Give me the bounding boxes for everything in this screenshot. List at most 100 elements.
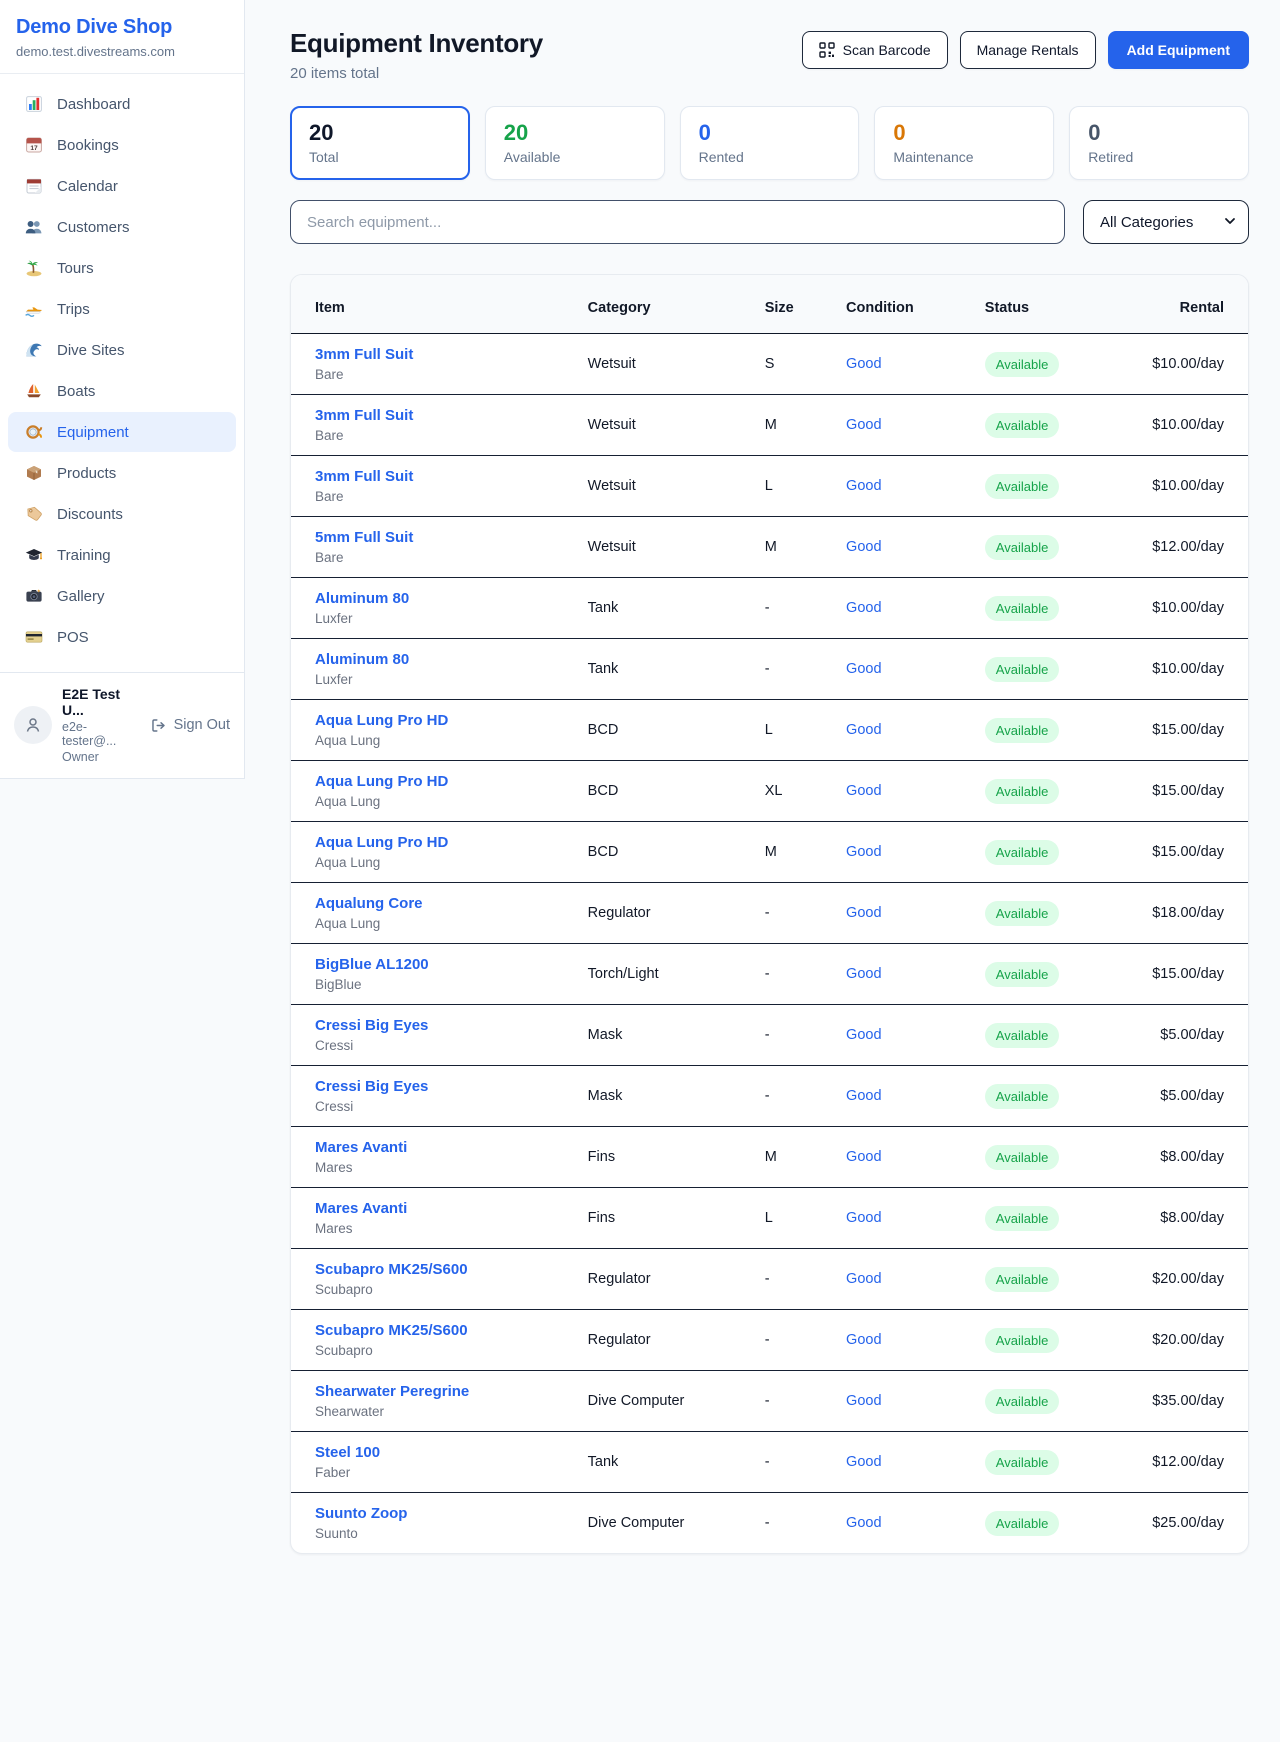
sidebar-item-equipment[interactable]: Equipment	[8, 412, 236, 452]
condition-link[interactable]: Good	[846, 905, 881, 921]
category-select[interactable]: All Categories	[1083, 200, 1249, 244]
condition-link[interactable]: Good	[846, 1027, 881, 1043]
sidebar-item-customers[interactable]: Customers	[8, 207, 236, 247]
condition-link[interactable]: Good	[846, 1393, 881, 1409]
stat-value: 0	[699, 120, 841, 146]
condition-link[interactable]: Good	[846, 966, 881, 982]
item-name-link[interactable]: 3mm Full Suit	[315, 346, 588, 363]
sidebar-item-discounts[interactable]: Discounts	[8, 494, 236, 534]
item-category: Tank	[588, 639, 765, 700]
table-row: Aqualung Core Aqua Lung Regulator - Good…	[291, 883, 1248, 944]
condition-link[interactable]: Good	[846, 478, 881, 494]
item-category: Torch/Light	[588, 944, 765, 1005]
equipment-table: Item Category Size Condition Status Rent…	[291, 275, 1248, 1553]
status-badge: Available	[985, 962, 1060, 987]
sidebar-item-pos[interactable]: POS	[8, 617, 236, 657]
condition-link[interactable]: Good	[846, 1332, 881, 1348]
item-name-link[interactable]: Mares Avanti	[315, 1139, 588, 1156]
sidebar-item-bookings[interactable]: 17 Bookings	[8, 125, 236, 165]
calendar-date-icon: 17	[24, 135, 44, 155]
item-category: Wetsuit	[588, 517, 765, 578]
item-name-link[interactable]: Aqualung Core	[315, 895, 588, 912]
sidebar-item-boats[interactable]: Boats	[8, 371, 236, 411]
item-brand: Aqua Lung	[315, 916, 588, 931]
condition-link[interactable]: Good	[846, 661, 881, 677]
condition-link[interactable]: Good	[846, 1454, 881, 1470]
item-name-link[interactable]: 5mm Full Suit	[315, 529, 588, 546]
item-name-link[interactable]: 3mm Full Suit	[315, 407, 588, 424]
package-icon	[24, 463, 44, 483]
item-name-link[interactable]: Shearwater Peregrine	[315, 1383, 588, 1400]
item-name-link[interactable]: Mares Avanti	[315, 1200, 588, 1217]
sidebar-item-calendar[interactable]: Calendar	[8, 166, 236, 206]
item-name-link[interactable]: Scubapro MK25/S600	[315, 1322, 588, 1339]
item-category: Tank	[588, 578, 765, 639]
scan-barcode-button[interactable]: Scan Barcode	[802, 31, 948, 69]
sidebar-item-products[interactable]: Products	[8, 453, 236, 493]
manage-rentals-button[interactable]: Manage Rentals	[960, 31, 1096, 69]
manage-rentals-label: Manage Rentals	[977, 42, 1079, 58]
sidebar-item-tours[interactable]: Tours	[8, 248, 236, 288]
item-brand: BigBlue	[315, 977, 588, 992]
filter-row: All Categories	[290, 200, 1249, 244]
stat-card-maintenance[interactable]: 0 Maintenance	[874, 106, 1054, 180]
item-category: Wetsuit	[588, 456, 765, 517]
table-row: Aqua Lung Pro HD Aqua Lung BCD M Good Av…	[291, 822, 1248, 883]
stat-card-total[interactable]: 20 Total	[290, 106, 470, 180]
item-name-link[interactable]: Aqua Lung Pro HD	[315, 773, 588, 790]
rental-rate: $8.00/day	[1133, 1188, 1248, 1249]
status-badge: Available	[985, 1145, 1060, 1170]
item-name-link[interactable]: Aluminum 80	[315, 590, 588, 607]
item-category: Dive Computer	[588, 1493, 765, 1554]
stat-card-available[interactable]: 20 Available	[485, 106, 665, 180]
item-size: M	[765, 1127, 846, 1188]
rental-rate: $18.00/day	[1133, 883, 1248, 944]
equipment-table-body: 3mm Full Suit Bare Wetsuit S Good Availa…	[291, 334, 1248, 1554]
table-row: Scubapro MK25/S600 Scubapro Regulator - …	[291, 1249, 1248, 1310]
sidebar-item-label: Dashboard	[57, 96, 130, 113]
condition-link[interactable]: Good	[846, 417, 881, 433]
sidebar-item-dive-sites[interactable]: Dive Sites	[8, 330, 236, 370]
stat-label: Maintenance	[893, 149, 1035, 165]
stat-label: Total	[309, 149, 451, 165]
item-name-link[interactable]: BigBlue AL1200	[315, 956, 588, 973]
item-name-link[interactable]: Aluminum 80	[315, 651, 588, 668]
condition-link[interactable]: Good	[846, 844, 881, 860]
credit-card-icon	[24, 627, 44, 647]
sidebar-item-label: Boats	[57, 383, 95, 400]
condition-link[interactable]: Good	[846, 1088, 881, 1104]
condition-link[interactable]: Good	[846, 356, 881, 372]
item-category: Regulator	[588, 883, 765, 944]
condition-link[interactable]: Good	[846, 539, 881, 555]
add-equipment-button[interactable]: Add Equipment	[1108, 31, 1249, 69]
status-badge: Available	[985, 1511, 1060, 1536]
sign-out-button[interactable]: Sign Out	[150, 717, 230, 734]
item-name-link[interactable]: Scubapro MK25/S600	[315, 1261, 588, 1278]
sidebar-item-dashboard[interactable]: Dashboard	[8, 84, 236, 124]
item-brand: Bare	[315, 550, 588, 565]
condition-link[interactable]: Good	[846, 1515, 881, 1531]
sidebar-item-gallery[interactable]: Gallery	[8, 576, 236, 616]
sidebar-item-trips[interactable]: Trips	[8, 289, 236, 329]
stat-card-rented[interactable]: 0 Rented	[680, 106, 860, 180]
item-name-link[interactable]: Aqua Lung Pro HD	[315, 712, 588, 729]
item-brand: Cressi	[315, 1038, 588, 1053]
item-name-link[interactable]: Cressi Big Eyes	[315, 1078, 588, 1095]
rental-rate: $25.00/day	[1133, 1493, 1248, 1554]
sidebar-item-label: Discounts	[57, 506, 123, 523]
rental-rate: $15.00/day	[1133, 944, 1248, 1005]
item-name-link[interactable]: Suunto Zoop	[315, 1505, 588, 1522]
item-name-link[interactable]: Cressi Big Eyes	[315, 1017, 588, 1034]
sidebar-item-training[interactable]: Training	[8, 535, 236, 575]
item-name-link[interactable]: 3mm Full Suit	[315, 468, 588, 485]
item-name-link[interactable]: Aqua Lung Pro HD	[315, 834, 588, 851]
condition-link[interactable]: Good	[846, 1271, 881, 1287]
condition-link[interactable]: Good	[846, 600, 881, 616]
item-name-link[interactable]: Steel 100	[315, 1444, 588, 1461]
condition-link[interactable]: Good	[846, 783, 881, 799]
condition-link[interactable]: Good	[846, 722, 881, 738]
condition-link[interactable]: Good	[846, 1149, 881, 1165]
stat-card-retired[interactable]: 0 Retired	[1069, 106, 1249, 180]
search-input[interactable]	[290, 200, 1065, 244]
condition-link[interactable]: Good	[846, 1210, 881, 1226]
